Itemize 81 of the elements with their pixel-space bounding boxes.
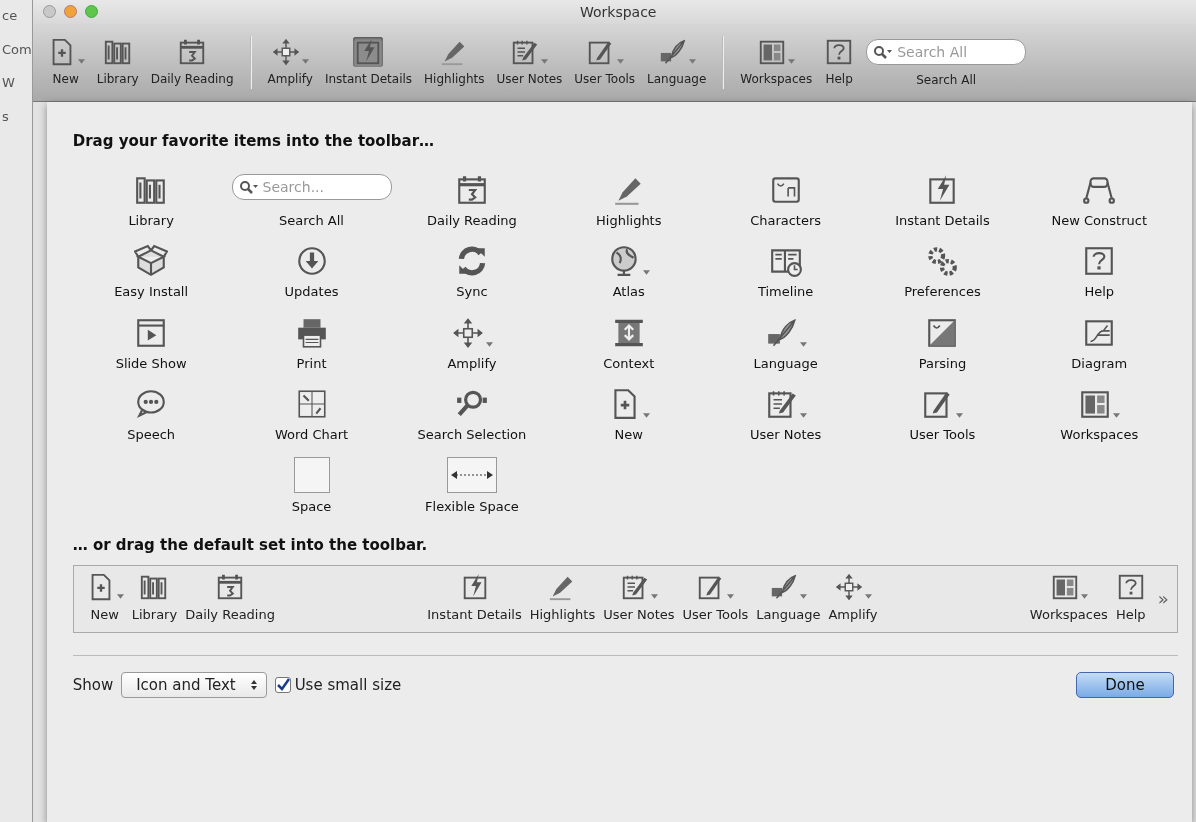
small-size-checkbox[interactable]: [274, 676, 291, 693]
toolbar-item[interactable]: Preferences: [902, 236, 983, 304]
default-set-strip[interactable]: New Library Daily Reading Instant Details Highlights User Notes User Tools Language Amplify Workspaces Help »: [72, 564, 1178, 633]
open-box-icon: [134, 244, 169, 278]
double-arrow-icon: [450, 470, 493, 479]
search-icon: [873, 44, 894, 59]
default-set-heading: … or drag the default set into the toolbar.: [72, 535, 429, 556]
toolbar-item[interactable]: Highlights: [594, 164, 664, 232]
toolbar-item[interactable]: User Tools: [907, 379, 978, 447]
toolbar-item[interactable]: Amplify: [824, 570, 882, 627]
toolbar-item[interactable]: Daily Reading: [146, 35, 238, 90]
toolbar-item[interactable]: User Notes: [747, 379, 824, 447]
toolbar-item[interactable]: Library: [127, 570, 182, 627]
toolbar-item[interactable]: Highlights: [420, 35, 489, 90]
show-select[interactable]: Icon and Text: [121, 671, 267, 698]
item-label: Search All: [279, 211, 344, 230]
toolbar-item[interactable]: Help: [1111, 570, 1150, 627]
background-text: s: [1, 107, 10, 126]
show-label: Show: [72, 674, 114, 696]
flexible-space-item[interactable]: Flexible Space: [423, 450, 521, 518]
search-field[interactable]: Search All: [866, 38, 1027, 65]
toolbar-item[interactable]: Library: [126, 164, 176, 232]
background-text: Com: [1, 40, 32, 59]
toolbar-item[interactable]: New: [605, 379, 652, 447]
toolbar-item[interactable]: Slide Show: [113, 307, 189, 375]
background-text: ce: [1, 7, 19, 25]
toolbar-item[interactable]: Atlas: [605, 236, 652, 304]
toolbar-item[interactable]: Instant Details: [423, 570, 526, 627]
toolbar-item[interactable]: Help: [1080, 236, 1119, 304]
toolbar-item[interactable]: Updates: [282, 236, 341, 304]
four-arrows-icon: [271, 37, 302, 67]
gears-icon: [925, 244, 960, 278]
toolbar-item[interactable]: User Tools: [678, 570, 753, 627]
toolbar-item[interactable]: Daily Reading: [181, 570, 279, 627]
checkmark-icon: [275, 677, 290, 692]
toolbar-item[interactable]: Language: [643, 35, 711, 90]
toolbar-item[interactable]: Daily Reading: [425, 164, 519, 232]
search-icon: [238, 179, 259, 194]
toolbar-item[interactable]: User Notes: [599, 570, 679, 627]
toolbar-item[interactable]: Language: [751, 307, 820, 375]
done-button[interactable]: Done: [1076, 671, 1174, 698]
small-size-label: Use small size: [294, 674, 402, 696]
close-button[interactable]: [42, 5, 56, 18]
toolbar-item[interactable]: Easy Install: [112, 236, 191, 304]
toolbar-item[interactable]: Diagram: [1069, 307, 1130, 375]
toolbar-item[interactable]: Amplify: [445, 307, 499, 375]
overflow-chevron[interactable]: »: [1157, 585, 1169, 612]
background-text: W: [1, 74, 16, 92]
toolbar-item[interactable]: New: [81, 570, 128, 627]
zoom-button[interactable]: [84, 5, 98, 18]
toolbar-item[interactable]: New: [42, 35, 89, 90]
toolbar-item[interactable]: Highlights: [525, 570, 600, 627]
toolbar-item[interactable]: Context: [601, 307, 657, 375]
toolbar-item[interactable]: New Construct: [1049, 164, 1149, 232]
search-field[interactable]: Search...: [231, 173, 392, 200]
toolbar-item[interactable]: Parsing: [916, 307, 969, 375]
toolbar-item[interactable]: Workspaces: [736, 35, 817, 90]
toolbar-item[interactable]: Speech: [125, 379, 178, 447]
window-title: Workspace: [579, 2, 657, 22]
item-label: Search All: [916, 71, 977, 89]
toolbar-item[interactable]: Print: [292, 307, 331, 375]
palette-heading: Drag your favorite items into the toolbar…: [72, 131, 436, 152]
four-arrows-icon: [834, 572, 864, 603]
space-item[interactable]: Space: [289, 450, 334, 518]
toolbar-item[interactable]: Help: [820, 35, 859, 90]
toolbar-item[interactable]: Language: [752, 570, 825, 627]
lightning-box-icon: [353, 37, 384, 67]
toolbar-item[interactable]: Word Chart: [272, 379, 351, 447]
toolbar-item[interactable]: Search Selection: [415, 379, 529, 447]
toolbar-item[interactable]: Amplify: [263, 35, 317, 90]
toolbar-item[interactable]: Library: [92, 35, 143, 90]
toolbar-item[interactable]: Sync: [452, 236, 491, 304]
toolbar-item[interactable]: Workspaces: [1058, 379, 1141, 447]
toolbar-item[interactable]: User Tools: [570, 35, 640, 90]
toolbar-item[interactable]: User Notes: [492, 35, 567, 90]
toolbar-item[interactable]: Workspaces: [1025, 570, 1112, 627]
toolbar-item[interactable]: Instant Details: [893, 164, 992, 232]
minimize-button[interactable]: [63, 5, 77, 18]
toolbar-item[interactable]: Characters: [748, 164, 824, 232]
toolbar-item[interactable]: Instant Details: [320, 35, 417, 90]
toolbar-item[interactable]: Timeline: [755, 236, 816, 304]
